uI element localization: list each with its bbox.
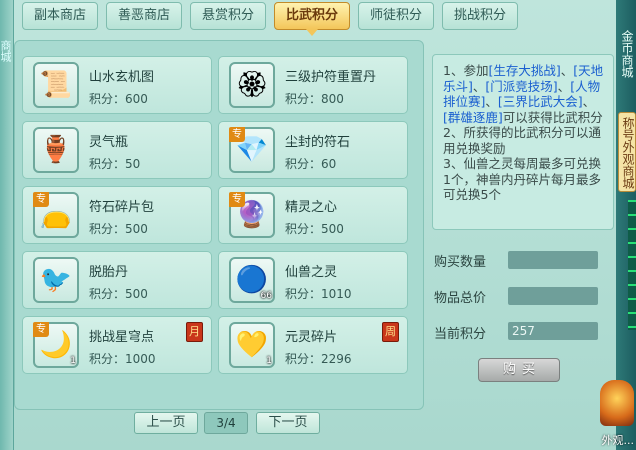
current-points-field: 257: [508, 322, 598, 340]
beast-spirit-icon: 🔵 66: [229, 257, 275, 303]
fragment-bag-icon: 👝 专: [33, 192, 79, 238]
item-price: 积分：2296: [285, 352, 352, 366]
decorative-bar: [628, 200, 636, 330]
tab-bounty-points[interactable]: 悬赏积分: [190, 2, 266, 30]
item-price: 积分：800: [285, 92, 344, 106]
item-name: 尘封的符石: [285, 135, 351, 150]
item-card[interactable]: 🏵 三级护符重置丹 积分：800: [218, 56, 408, 114]
item-name: 脱胎丹: [89, 265, 129, 280]
info-rule-2: 2、所获得的比武积分可以通用兑换奖励: [443, 125, 601, 156]
tab-duel-points[interactable]: 比武积分: [274, 2, 350, 36]
item-count: 1: [266, 356, 272, 366]
link-heroes-chase-deer[interactable]: [群雄逐鹿]: [443, 110, 503, 125]
total-price-label: 物品总价: [434, 291, 487, 306]
exclusive-badge: 专: [33, 322, 49, 337]
quantity-label: 购买数量: [434, 255, 487, 270]
item-price: 积分：1010: [285, 287, 352, 301]
limit-badge: 周: [382, 322, 399, 342]
tab-mentor-points[interactable]: 师徒积分: [358, 2, 434, 30]
info-rule-1-prefix: 1、参加: [443, 63, 489, 78]
item-price: 积分：50: [89, 157, 141, 171]
left-side-panel: 商城: [0, 0, 14, 450]
item-card[interactable]: 🔵 66 仙兽之灵积分：1010: [218, 251, 408, 309]
item-price: 积分：500: [89, 287, 148, 301]
limit-badge: 月: [186, 322, 203, 342]
info-rule-1-suffix: 可以获得比武积分: [502, 109, 603, 125]
quantity-field[interactable]: [508, 251, 598, 269]
item-card[interactable]: 🌙 专 1 挑战星穹点 积分：1000 月: [22, 316, 212, 374]
exclusive-badge: 专: [33, 192, 49, 207]
exclusive-badge: 专: [229, 192, 245, 207]
tab-dungeon-shop[interactable]: 副本商店: [22, 2, 98, 30]
exclusive-badge: 专: [229, 127, 245, 142]
item-name: 山水玄机图: [89, 70, 155, 85]
next-page-button[interactable]: 下一页: [256, 412, 320, 434]
item-name: 灵气瓶: [89, 135, 129, 150]
item-price: 积分：600: [89, 92, 148, 106]
item-price: 积分：60: [285, 157, 337, 171]
star-moon-icon: 🌙 专 1: [33, 322, 79, 368]
item-name: 三级护符重置丹: [285, 70, 377, 85]
elixir-icon: 🐦: [33, 257, 79, 303]
item-card[interactable]: 💛 1 元灵碎片积分：2296 周: [218, 316, 408, 374]
item-price: 积分：500: [89, 222, 148, 236]
item-card[interactable]: 👝 专符石碎片包积分：500: [22, 186, 212, 244]
spirit-heart-icon: 🔮 专: [229, 192, 275, 238]
left-side-label: 商城: [0, 40, 12, 62]
prev-page-button[interactable]: 上一页: [134, 412, 198, 434]
link-three-realms-duel[interactable]: [三界比武大会]: [498, 94, 583, 109]
item-name: 挑战星穹点: [89, 330, 155, 345]
right-bottom-label: 外观...: [601, 434, 635, 447]
rune-stone-icon: 💎 专: [229, 127, 275, 173]
item-name: 精灵之心: [285, 200, 338, 215]
buy-button[interactable]: 购买: [478, 358, 560, 382]
tab-karma-shop[interactable]: 善恶商店: [106, 2, 182, 30]
total-price-field: [508, 287, 598, 305]
item-count: 1: [70, 356, 76, 366]
orb-icon[interactable]: [600, 380, 634, 426]
current-points-label: 当前积分: [434, 327, 487, 342]
item-name: 元灵碎片: [285, 330, 338, 345]
item-card[interactable]: 🔮 专精灵之心积分：500: [218, 186, 408, 244]
talisman-pill-icon: 🏵: [229, 62, 275, 108]
info-rule-3: 3、仙兽之灵每周最多可兑换1个，神兽内丹碎片每月最多可兑换5个: [443, 156, 601, 202]
item-price: 积分：500: [285, 222, 344, 236]
tab-challenge-points[interactable]: 挑战积分: [442, 2, 518, 30]
item-name: 仙兽之灵: [285, 265, 338, 280]
bottle-icon: 🏺: [33, 127, 79, 173]
link-sect-arena[interactable]: [门派竞技场]: [485, 79, 557, 94]
item-name: 符石碎片包: [89, 200, 155, 215]
item-count: 66: [260, 291, 272, 301]
right-side-label[interactable]: 金币商城: [618, 30, 634, 78]
info-panel: 1、参加[生存大挑战]、[天地乐斗]、[门派竞技场]、[人物排位赛]、[三界比武…: [432, 54, 614, 230]
page-indicator: 3/4: [204, 412, 248, 434]
item-card[interactable]: 🐦 脱胎丹积分：500: [22, 251, 212, 309]
spirit-shard-icon: 💛 1: [229, 322, 275, 368]
link-survival-challenge[interactable]: [生存大挑战]: [488, 63, 560, 78]
item-price: 积分：1000: [89, 352, 156, 366]
item-card[interactable]: 💎 专尘封的符石积分：60: [218, 121, 408, 179]
item-card[interactable]: 📜 山水玄机图积分：600: [22, 56, 212, 114]
item-card[interactable]: 🏺 灵气瓶积分：50: [22, 121, 212, 179]
scroll-icon: 📜: [33, 62, 79, 108]
title-shop-tab[interactable]: 称号外观商城: [618, 112, 636, 192]
